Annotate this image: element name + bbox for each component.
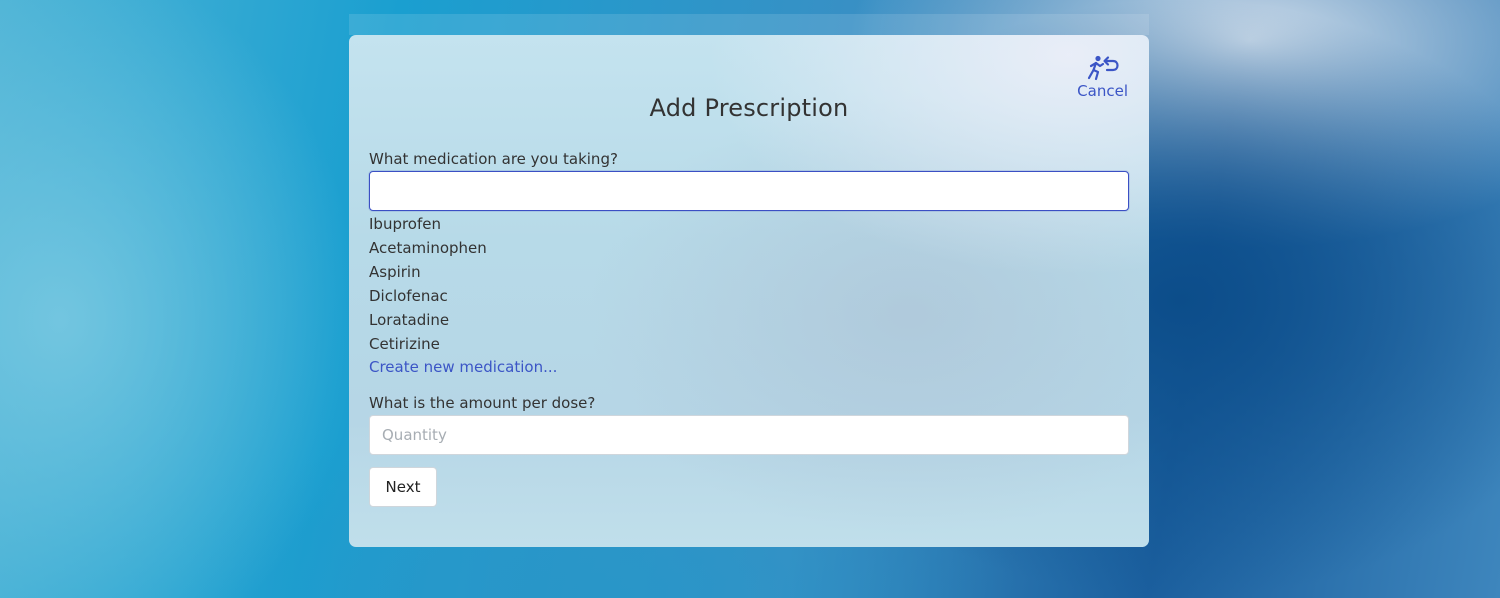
suggestion-diclofenac[interactable]: Diclofenac: [369, 284, 487, 308]
add-prescription-dialog: Cancel Add Prescription What medication …: [349, 35, 1149, 547]
suggestion-acetaminophen[interactable]: Acetaminophen: [369, 236, 487, 260]
quantity-input[interactable]: [369, 415, 1129, 455]
suggestion-cetirizine[interactable]: Cetirizine: [369, 332, 487, 356]
medication-search-input[interactable]: [369, 171, 1129, 211]
backdrop-strip: [349, 14, 1149, 35]
medication-question: What medication are you taking?: [369, 150, 618, 168]
next-button[interactable]: Next: [369, 467, 437, 507]
running-person-return-icon: [1087, 55, 1119, 81]
suggestion-ibuprofen[interactable]: Ibuprofen: [369, 212, 487, 236]
medication-suggestion-list: Ibuprofen Acetaminophen Aspirin Diclofen…: [369, 212, 487, 356]
create-new-medication-link[interactable]: Create new medication...: [369, 356, 557, 378]
suggestion-loratadine[interactable]: Loratadine: [369, 308, 487, 332]
dialog-title: Add Prescription: [649, 94, 849, 122]
suggestion-aspirin[interactable]: Aspirin: [369, 260, 487, 284]
dose-question: What is the amount per dose?: [369, 394, 596, 412]
